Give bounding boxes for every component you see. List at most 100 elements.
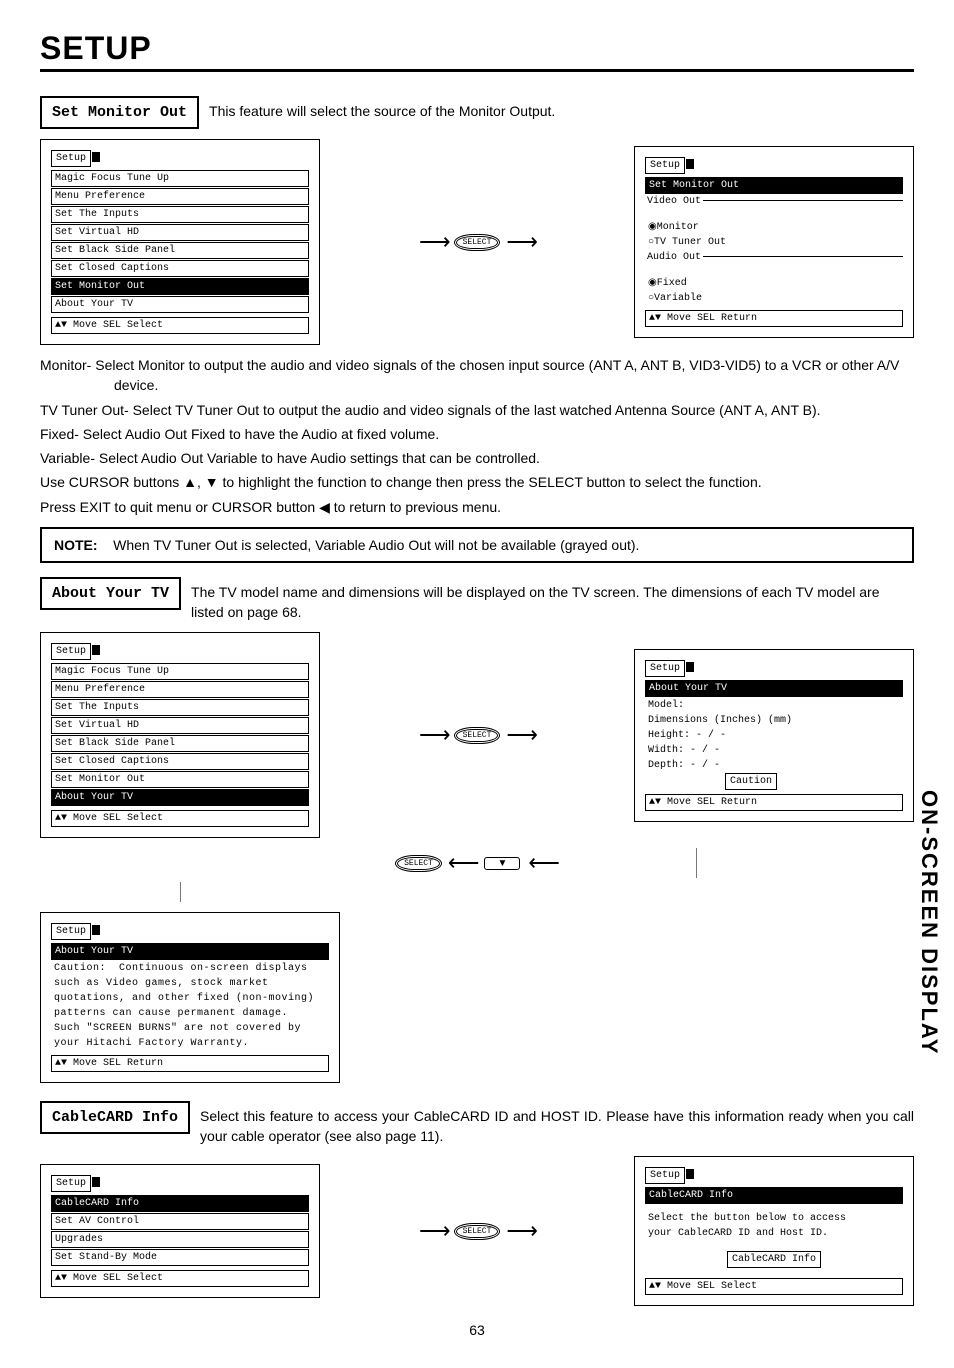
caution-body: Caution: Continuous on-screen displays s…	[51, 961, 329, 1051]
cablecard-body-line1: Select the button below to access	[645, 1211, 903, 1226]
chevron-right-icon	[92, 152, 100, 162]
width-line: Width: - / -	[645, 743, 903, 758]
chevron-right-icon	[92, 925, 100, 935]
menu-item-highlighted: About Your TV	[51, 789, 309, 806]
select-button-icon: SELECT	[397, 857, 440, 870]
page-title: Setup	[40, 30, 914, 72]
note-box: NOTE: When TV Tuner Out is selected, Var…	[40, 527, 914, 563]
explain-exit: Press EXIT to quit menu or CURSOR button…	[40, 497, 914, 517]
radio-option: Fixed	[645, 276, 903, 291]
menu-header-highlighted: CableCARD Info	[645, 1187, 903, 1204]
monitor-out-menu-left: Setup Magic Focus Tune Up Menu Preferenc…	[40, 139, 320, 345]
menu-item: About Your TV	[51, 296, 309, 313]
model-line: Model:	[645, 698, 903, 713]
arrow-right-icon: ⟶	[419, 722, 448, 748]
depth-line: Depth: - / -	[645, 758, 903, 773]
menu-title: Setup	[51, 643, 91, 660]
menu-item: Set The Inputs	[51, 699, 309, 716]
menu-header-highlighted: About Your TV	[51, 943, 329, 960]
about-tv-menu-left: Setup Magic Focus Tune Up Menu Preferenc…	[40, 632, 320, 838]
cablecard-menu-left: Setup CableCARD Info Set AV Control Upgr…	[40, 1164, 320, 1298]
set-monitor-out-desc: This feature will select the source of t…	[209, 96, 555, 122]
cablecard-info-button: CableCARD Info	[727, 1251, 821, 1268]
menu-item: Set Closed Captions	[51, 260, 309, 277]
menu-footer: ▲▼ Move SEL Select	[51, 1270, 309, 1287]
menu-title: Setup	[51, 1175, 91, 1192]
menu-footer: ▲▼ Move SEL Select	[51, 810, 309, 827]
explain-tuner: TV Tuner Out- Select TV Tuner Out to out…	[40, 400, 914, 420]
menu-item: Upgrades	[51, 1231, 309, 1248]
arrow-left-icon: ⟵	[448, 850, 477, 876]
dimensions-line: Dimensions (Inches) (mm)	[645, 713, 903, 728]
chevron-right-icon	[686, 662, 694, 672]
video-out-group: Video Out	[645, 200, 903, 218]
menu-title: Setup	[51, 923, 91, 940]
arrow-right-icon: ⟶	[506, 722, 535, 748]
select-button-icon: SELECT	[456, 729, 499, 742]
menu-item: Set Virtual HD	[51, 224, 309, 241]
radio-option: Variable	[645, 291, 903, 306]
audio-out-group: Audio Out	[645, 256, 903, 274]
explain-cursor: Use CURSOR buttons ▲, ▼ to highlight the…	[40, 472, 914, 492]
menu-item: Menu Preference	[51, 681, 309, 698]
menu-footer: ▲▼ Move SEL Return	[51, 1055, 329, 1072]
menu-footer: ▲▼ Move SEL Select	[51, 317, 309, 334]
cursor-down-icon: ▼	[484, 857, 520, 870]
arrow-left-icon: ⟵	[528, 850, 557, 876]
explain-fixed: Fixed- Select Audio Out Fixed to have th…	[40, 424, 914, 444]
select-button-icon: SELECT	[456, 236, 499, 249]
menu-title: Setup	[645, 660, 685, 677]
cablecard-info-desc: Select this feature to access your Cable…	[200, 1101, 914, 1146]
menu-footer: ▲▼ Move SEL Return	[645, 794, 903, 811]
connector-line	[696, 848, 697, 878]
arrow-sequence: ⟶ SELECT ⟶	[419, 229, 535, 255]
monitor-out-menu-right: Setup Set Monitor Out Video Out Monitor …	[634, 146, 914, 338]
page-number: 63	[40, 1322, 914, 1338]
cablecard-menu-right: Setup CableCARD Info Select the button b…	[634, 1156, 914, 1306]
set-monitor-out-label: Set Monitor Out	[40, 96, 199, 129]
arrow-sequence: ⟶ SELECT ⟶	[419, 1218, 535, 1244]
menu-title: Setup	[645, 157, 685, 174]
menu-item: Set Closed Captions	[51, 753, 309, 770]
radio-option: Monitor	[645, 220, 903, 235]
menu-header-highlighted: Set Monitor Out	[645, 177, 903, 194]
menu-item: Set Stand-By Mode	[51, 1249, 309, 1266]
arrow-right-icon: ⟶	[506, 229, 535, 255]
height-line: Height: - / -	[645, 728, 903, 743]
caution-button: Caution	[725, 773, 777, 790]
arrow-right-icon: ⟶	[419, 229, 448, 255]
menu-title: Setup	[645, 1167, 685, 1184]
sidebar-section-label: ON-SCREEN DISPLAY	[916, 790, 942, 1055]
menu-item: Set Monitor Out	[51, 771, 309, 788]
about-your-tv-desc: The TV model name and dimensions will be…	[191, 577, 914, 622]
chevron-right-icon	[686, 1169, 694, 1179]
menu-item: Set Black Side Panel	[51, 242, 309, 259]
cablecard-info-label: CableCARD Info	[40, 1101, 190, 1134]
arrow-sequence: ⟶ SELECT ⟶	[419, 722, 535, 748]
menu-footer: ▲▼ Move SEL Select	[645, 1278, 903, 1295]
arrow-right-icon: ⟶	[419, 1218, 448, 1244]
radio-option: TV Tuner Out	[645, 235, 903, 250]
menu-item: Magic Focus Tune Up	[51, 663, 309, 680]
explain-monitor: Monitor- Select Monitor to output the au…	[40, 355, 914, 396]
note-text: When TV Tuner Out is selected, Variable …	[113, 537, 639, 553]
menu-item: Set Virtual HD	[51, 717, 309, 734]
menu-item-highlighted: CableCARD Info	[51, 1195, 309, 1212]
arrow-right-icon: ⟶	[506, 1218, 535, 1244]
menu-title: Setup	[51, 150, 91, 167]
about-your-tv-label: About Your TV	[40, 577, 181, 610]
arrow-sequence-reverse: SELECT ⟵ ▼ ⟵	[397, 850, 557, 876]
menu-header-highlighted: About Your TV	[645, 680, 903, 697]
menu-item: Set Black Side Panel	[51, 735, 309, 752]
note-label: NOTE:	[54, 537, 98, 553]
connector-line	[180, 882, 181, 902]
menu-item: Set The Inputs	[51, 206, 309, 223]
menu-item-highlighted: Set Monitor Out	[51, 278, 309, 295]
menu-footer: ▲▼ Move SEL Return	[645, 310, 903, 327]
cablecard-body-line2: your CableCARD ID and Host ID.	[645, 1226, 903, 1241]
chevron-right-icon	[686, 159, 694, 169]
menu-item: Set AV Control	[51, 1213, 309, 1230]
about-tv-menu-right: Setup About Your TV Model: Dimensions (I…	[634, 649, 914, 822]
about-tv-caution-box: Setup About Your TV Caution: Continuous …	[40, 912, 340, 1083]
menu-item: Menu Preference	[51, 188, 309, 205]
